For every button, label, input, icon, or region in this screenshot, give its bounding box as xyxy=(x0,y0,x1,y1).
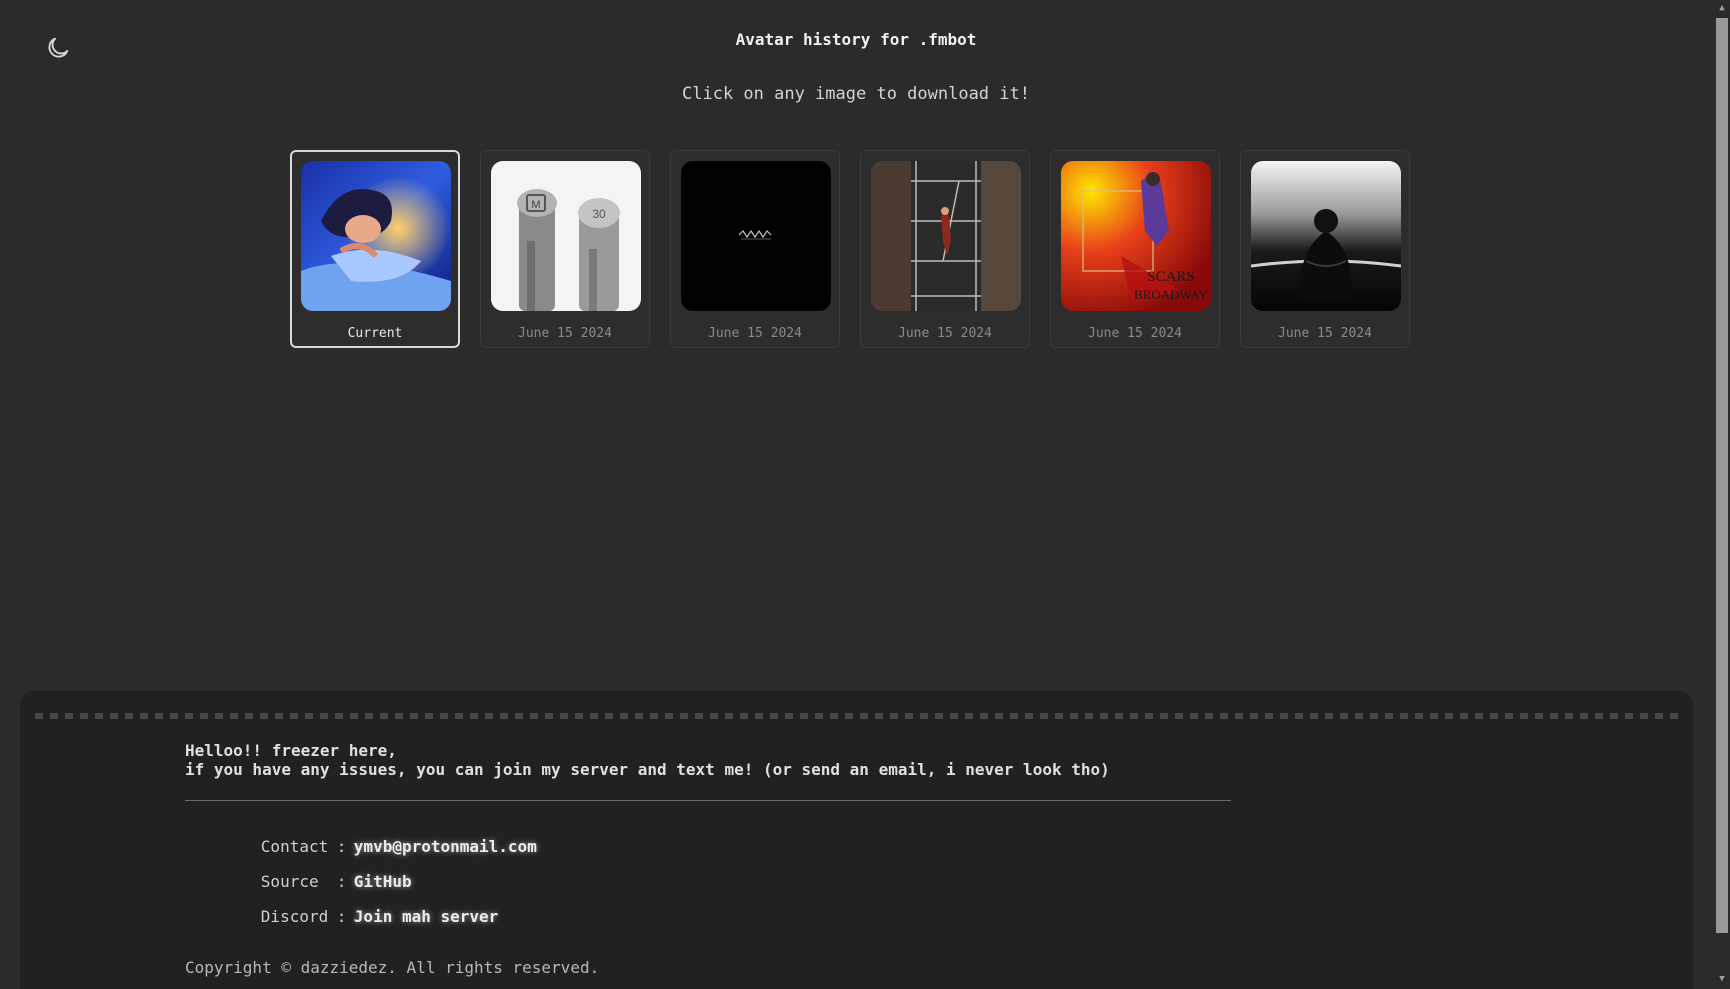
svg-text:30: 30 xyxy=(592,207,606,221)
discord-key: Discord xyxy=(260,907,329,926)
scrollbar-thumb[interactable] xyxy=(1716,18,1728,933)
dashed-divider xyxy=(35,713,1683,719)
avatar-label: June 15 2024 xyxy=(898,326,992,341)
avatar-card[interactable]: June 15 2024 xyxy=(860,150,1030,348)
avatar-image[interactable] xyxy=(681,161,831,311)
avatar-label: June 15 2024 xyxy=(1088,326,1182,341)
horizontal-rule xyxy=(185,800,1231,801)
avatar-card[interactable]: June 15 2024 xyxy=(670,150,840,348)
svg-text:BROADWAY: BROADWAY xyxy=(1134,287,1209,302)
avatar-card[interactable]: SCARS BROADWAY June 15 2024 xyxy=(1050,150,1220,348)
avatar-card[interactable]: June 15 2024 xyxy=(1240,150,1410,348)
avatar-card[interactable]: M 30 June 15 2024 xyxy=(480,150,650,348)
avatar-label: June 15 2024 xyxy=(518,326,612,341)
page-subtitle: Click on any image to download it! xyxy=(682,84,1030,104)
avatar-image[interactable] xyxy=(301,161,451,311)
page-title: Avatar history for .fmbot xyxy=(735,30,977,49)
discord-row: Discord: Join mah server xyxy=(203,888,499,945)
avatar-label: June 15 2024 xyxy=(1278,326,1372,341)
avatar-card-current[interactable]: Current xyxy=(290,150,460,348)
avatar-gallery: Current M 30 June 15 2024 June 15 2024 J… xyxy=(290,150,1410,348)
avatar-image[interactable]: SCARS BROADWAY xyxy=(1061,161,1211,311)
separator: : xyxy=(336,907,347,926)
avatar-label: June 15 2024 xyxy=(708,326,802,341)
avatar-image[interactable] xyxy=(1251,161,1401,311)
avatar-image[interactable] xyxy=(871,161,1021,311)
scroll-down-icon[interactable]: ▼ xyxy=(1717,974,1727,984)
scroll-up-icon[interactable]: ▲ xyxy=(1717,3,1727,13)
discord-link[interactable]: Join mah server xyxy=(354,907,499,926)
svg-text:M: M xyxy=(531,199,540,211)
greeting-line-1: Helloo!! freezer here, xyxy=(185,741,397,760)
avatar-image[interactable]: M 30 xyxy=(491,161,641,311)
greeting-line-2: if you have any issues, you can join my … xyxy=(185,760,1110,779)
copyright-text: Copyright © dazziedez. All rights reserv… xyxy=(185,958,600,977)
avatar-label: Current xyxy=(347,326,403,341)
svg-text:SCARS: SCARS xyxy=(1147,269,1195,285)
greeting-message: Helloo!! freezer here, if you have any i… xyxy=(185,741,1110,779)
vertical-scrollbar[interactable]: ▲ ▼ xyxy=(1713,0,1730,989)
page: Avatar history for .fmbot Click on any i… xyxy=(0,0,1730,989)
footer: Helloo!! freezer here, if you have any i… xyxy=(20,691,1693,989)
